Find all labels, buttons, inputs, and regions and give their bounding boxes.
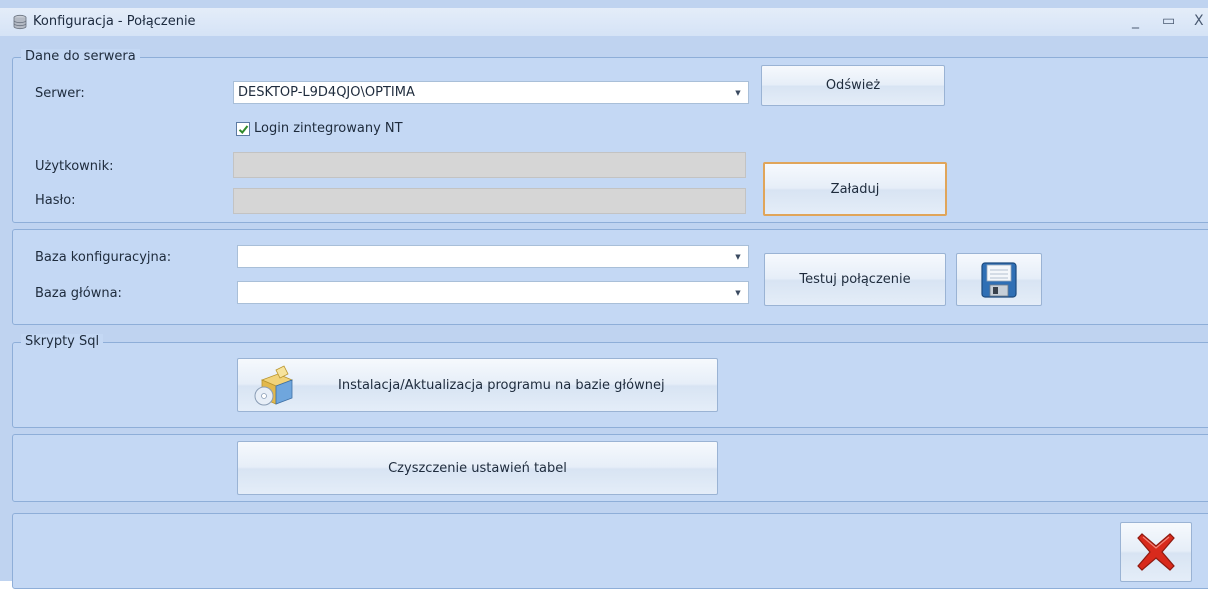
install-update-label: Instalacja/Aktualizacja programu na bazi… [338,377,665,393]
main-db-label: Baza główna: [35,286,122,301]
window-title: Konfiguracja - Połączenie [33,14,196,29]
server-value: DESKTOP-L9D4QJO\OPTIMA [238,85,415,100]
server-section-legend: Dane do serwera [21,49,140,64]
server-combo[interactable]: DESKTOP-L9D4QJO\OPTIMA ▼ [233,81,749,104]
user-label: Użytkownik: [35,159,114,174]
chevron-down-icon[interactable]: ▼ [729,247,747,266]
red-x-close-icon [1137,533,1175,571]
scripts-section-legend: Skrypty Sql [21,334,104,349]
cleanup-table-settings-button[interactable]: Czyszczenie ustawień tabel [237,441,718,495]
save-button[interactable] [956,253,1042,306]
checkmark-icon [238,124,248,134]
close-window-button[interactable]: X [1194,11,1204,31]
config-window: Konfiguracja - Połączenie _ ▭ X Dane do … [0,0,1208,589]
database-panel: Baza konfiguracyjna: ▼ Baza główna: ▼ Te… [12,229,1208,325]
test-connection-button[interactable]: Testuj połączenie [764,253,946,306]
refresh-button[interactable]: Odśwież [761,65,945,106]
chevron-down-icon[interactable]: ▼ [729,83,747,102]
server-panel: Dane do serwera Serwer: DESKTOP-L9D4QJO\… [12,49,1208,223]
chevron-down-icon[interactable]: ▼ [729,283,747,302]
database-icon [13,14,27,30]
scripts-panel: Skrypty Sql Instalacja/Aktualizacja prog… [12,334,1208,428]
config-db-label: Baza konfiguracyjna: [35,250,172,265]
title-bar: Konfiguracja - Połączenie _ ▭ X [0,8,1208,36]
config-db-combo[interactable]: ▼ [237,245,749,268]
nt-login-label: Login zintegrowany NT [254,121,403,136]
password-input [233,188,746,214]
floppy-disk-icon [981,261,1017,298]
close-button[interactable] [1120,522,1192,582]
cleanup-panel: Czyszczenie ustawień tabel [12,434,1208,502]
footer-panel [12,513,1208,589]
main-db-combo[interactable]: ▼ [237,281,749,304]
nt-login-checkbox[interactable] [236,122,250,136]
maximize-button[interactable]: ▭ [1162,11,1175,31]
load-button[interactable]: Załaduj [763,162,947,216]
install-package-icon [254,365,294,406]
server-label: Serwer: [35,86,85,101]
install-update-button[interactable]: Instalacja/Aktualizacja programu na bazi… [237,358,718,412]
password-label: Hasło: [35,193,76,208]
minimize-button[interactable]: _ [1132,11,1139,31]
user-input [233,152,746,178]
